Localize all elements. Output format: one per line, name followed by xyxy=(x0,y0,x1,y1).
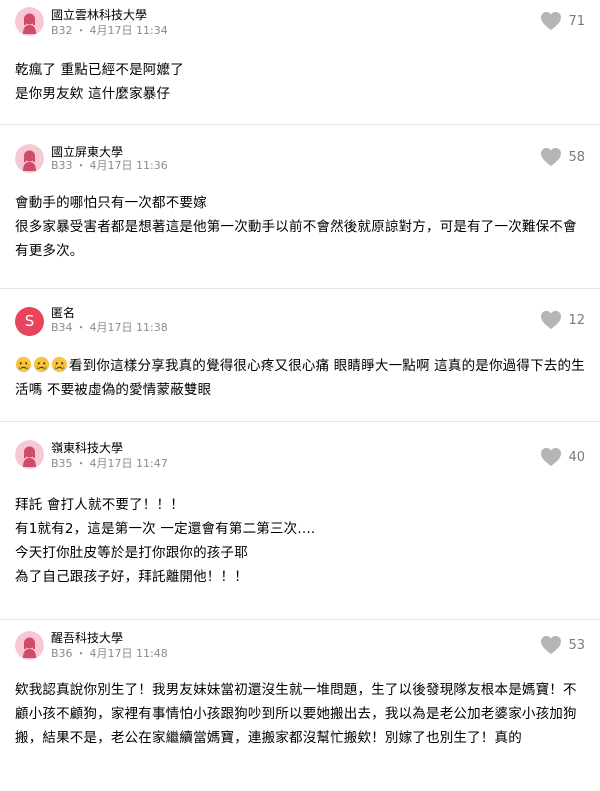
heart-icon xyxy=(541,635,561,655)
comment-line: 會動手的哪怕只有一次都不要嫁 xyxy=(15,195,207,211)
floor-number: B34 xyxy=(51,321,73,334)
comment-meta: B33 ・ 4月17日 11:36 xyxy=(51,159,168,172)
crying-face-emoji xyxy=(33,356,50,373)
heart-icon xyxy=(541,147,561,167)
comment-b34: S 匿名 B34 ・ 4月17日 11:38 12 看到你這樣分享我真的覺得很心疼又… xyxy=(0,289,600,422)
comment-line: 欸我認真說你別生了！我男友妹妹當初還沒生就一堆問題，生了以後發現隊友根本是媽寶！… xyxy=(15,682,577,746)
avatar[interactable] xyxy=(15,7,44,36)
author-school[interactable]: 國立屏東大學 xyxy=(51,145,123,159)
comment-body: 乾瘋了 重點已經不是阿嬤了 是你男友欸 這什麼家暴仔 xyxy=(15,58,587,106)
comment-line: 今天打你肚皮等於是打你跟你的孩子耶 xyxy=(15,545,248,561)
crying-face-emoji xyxy=(15,356,32,373)
like-button[interactable]: 40 xyxy=(540,446,585,468)
comment-line: 乾瘋了 重點已經不是阿嬤了 xyxy=(15,62,184,78)
comment-line: 是你男友欸 這什麼家暴仔 xyxy=(15,86,171,102)
comment-body: 欸我認真說你別生了！我男友妹妹當初還沒生就一堆問題，生了以後發現隊友根本是媽寶！… xyxy=(15,678,587,750)
comment-b32: 國立雲林科技大學 B32 ・ 4月17日 11:34 71 乾瘋了 重點已經不是阿嬤… xyxy=(0,0,600,125)
floor-number: B33 xyxy=(51,159,73,172)
comment-text: 看到你這樣分享我真的覺得很心疼又很心痛 眼睛睜大一點啊 這真的是你過得下去的生活… xyxy=(15,358,585,398)
post-time: 4月17日 11:34 xyxy=(89,24,168,37)
comment-body: 拜託 會打人就不要了！！！ 有1就有2，這是第一次 一定還會有第二第三次....… xyxy=(15,493,587,589)
like-count: 53 xyxy=(568,637,585,653)
comment-line: 拜託 會打人就不要了！！！ xyxy=(15,497,184,513)
post-time: 4月17日 11:48 xyxy=(89,647,168,660)
comment-body: 看到你這樣分享我真的覺得很心疼又很心痛 眼睛睜大一點啊 這真的是你過得下去的生活… xyxy=(15,354,587,402)
floor-number: B35 xyxy=(51,457,73,470)
comment-b36: 醒吾科技大學 B36 ・ 4月17日 11:48 53 欸我認真說你別生了！我男友妹… xyxy=(0,620,600,791)
avatar[interactable] xyxy=(15,144,44,173)
heart-icon xyxy=(541,447,561,467)
meta-separator: ・ xyxy=(75,159,87,172)
avatar[interactable] xyxy=(15,631,44,660)
author-school[interactable]: 醒吾科技大學 xyxy=(51,631,123,645)
floor-number: B32 xyxy=(51,24,73,37)
post-time: 4月17日 11:38 xyxy=(89,321,168,334)
comment-line: 為了自己跟孩子好，拜託離開他！！！ xyxy=(15,569,248,585)
meta-separator: ・ xyxy=(75,647,87,660)
comment-body: 會動手的哪怕只有一次都不要嫁 很多家暴受害者都是想著這是他第一次動手以前不會然後… xyxy=(15,191,587,263)
meta-separator: ・ xyxy=(75,24,87,37)
comment-b33: 國立屏東大學 B33 ・ 4月17日 11:36 58 會動手的哪怕只有一次都不要嫁… xyxy=(0,125,600,289)
like-count: 71 xyxy=(568,13,585,29)
avatar[interactable] xyxy=(15,440,44,469)
like-count: 40 xyxy=(568,449,585,465)
comment-line: 很多家暴受害者都是想著這是他第一次動手以前不會然後就原諒對方，可是有了一次難保不… xyxy=(15,219,577,259)
heart-icon xyxy=(541,310,561,330)
meta-separator: ・ xyxy=(75,457,87,470)
meta-separator: ・ xyxy=(75,321,87,334)
comment-b35: 嶺東科技大學 B35 ・ 4月17日 11:47 40 拜託 會打人就不要了！！！ … xyxy=(0,422,600,620)
like-button[interactable]: 58 xyxy=(540,146,585,168)
avatar[interactable]: S xyxy=(15,307,44,336)
crying-face-emoji xyxy=(51,356,68,373)
comment-meta: B34 ・ 4月17日 11:38 xyxy=(51,321,168,334)
comment-meta: B36 ・ 4月17日 11:48 xyxy=(51,647,168,660)
comment-line: 看到你這樣分享我真的覺得很心疼又很心痛 眼睛睜大一點啊 這真的是你過得下去的生活… xyxy=(15,354,587,402)
author-school[interactable]: 匿名 xyxy=(51,306,75,320)
comment-line: 有1就有2，這是第一次 一定還會有第二第三次.... xyxy=(15,521,316,537)
like-count: 58 xyxy=(568,149,585,165)
comment-meta: B32 ・ 4月17日 11:34 xyxy=(51,24,168,37)
floor-number: B36 xyxy=(51,647,73,660)
like-button[interactable]: 12 xyxy=(540,309,585,331)
author-school[interactable]: 嶺東科技大學 xyxy=(51,441,123,455)
like-button[interactable]: 53 xyxy=(540,634,585,656)
comment-meta: B35 ・ 4月17日 11:47 xyxy=(51,457,168,470)
post-time: 4月17日 11:36 xyxy=(89,159,168,172)
heart-icon xyxy=(541,11,561,31)
author-school[interactable]: 國立雲林科技大學 xyxy=(51,8,147,22)
post-time: 4月17日 11:47 xyxy=(89,457,168,470)
like-count: 12 xyxy=(568,312,585,328)
like-button[interactable]: 71 xyxy=(540,10,585,32)
